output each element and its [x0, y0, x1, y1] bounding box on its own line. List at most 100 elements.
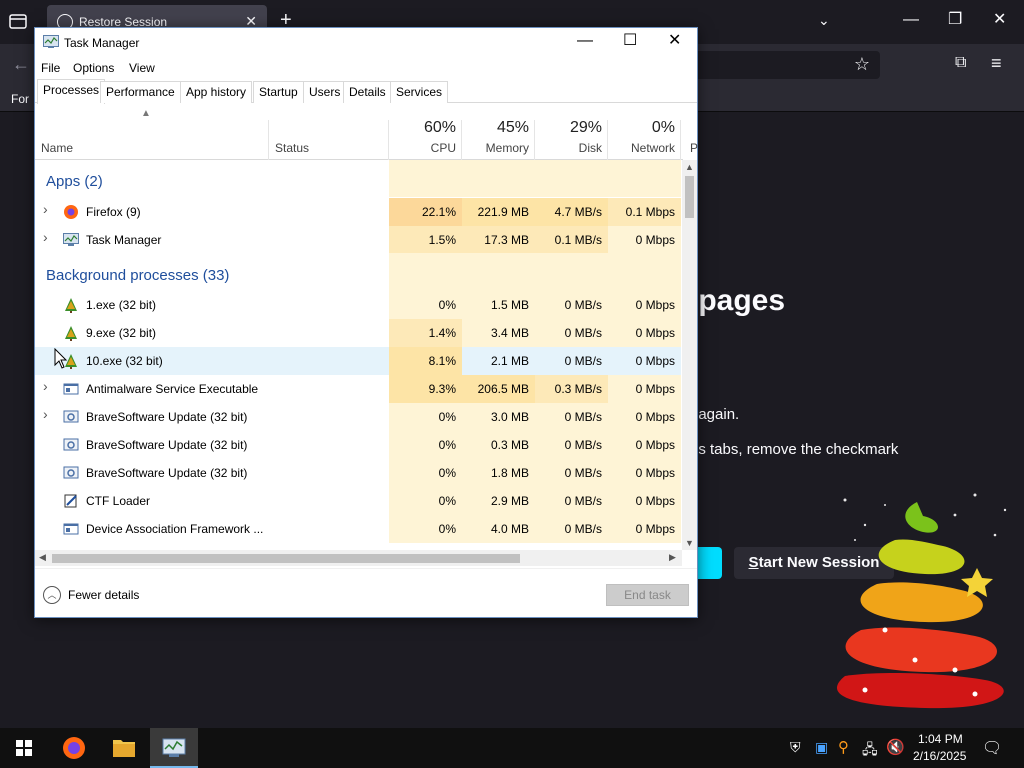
column-memory[interactable]: Memory	[462, 141, 529, 155]
tab-users[interactable]: Users	[303, 81, 347, 103]
taskbar-firefox[interactable]	[50, 728, 98, 768]
restore-icon[interactable]: ❐	[948, 12, 962, 28]
process-row[interactable]: Device Association Framework ... 0% 4.0 MB…	[35, 515, 681, 543]
process-row[interactable]: › Antimalware Service Executable 9.3% 206.5…	[35, 375, 681, 403]
tab-app-history[interactable]: App history	[180, 81, 253, 103]
expand-chevron-icon[interactable]: ›	[43, 201, 48, 217]
column-disk[interactable]: Disk	[535, 141, 602, 155]
memory-cell: 17.3 MB	[462, 226, 535, 254]
column-name[interactable]: Name	[41, 141, 73, 155]
vertical-scrollbar[interactable]: ▲ ▼	[682, 160, 697, 550]
process-row[interactable]: BraveSoftware Update (32 bit) 0% 1.8 MB 0 M…	[35, 459, 681, 487]
expand-chevron-icon[interactable]: ›	[43, 378, 48, 394]
network-total-percent[interactable]: 0%	[608, 119, 675, 137]
clock-time[interactable]: 1:04 PM	[918, 732, 963, 746]
disk-total-percent[interactable]: 29%	[535, 119, 602, 137]
updater-icon	[63, 409, 79, 425]
folder-icon	[113, 740, 135, 757]
disk-cell: 0 MB/s	[535, 347, 608, 375]
back-arrow-icon[interactable]: ←	[12, 54, 30, 75]
tab-processes[interactable]: Processes	[37, 79, 106, 104]
process-row[interactable]: BraveSoftware Update (32 bit) 0% 0.3 MB 0 M…	[35, 431, 681, 459]
network-cell: 0 Mbps	[608, 487, 681, 515]
end-task-button[interactable]: End task	[606, 584, 689, 606]
network-tray-icon[interactable]: 🖧	[862, 739, 878, 763]
network-cell: 0 Mbps	[608, 431, 681, 459]
process-row[interactable]: 9.exe (32 bit) 1.4% 3.4 MB 0 MB/s 0 Mbps	[35, 319, 681, 347]
save-tray-icon[interactable]: ▣	[815, 739, 828, 756]
expand-chevron-icon[interactable]: ›	[43, 229, 48, 245]
process-row[interactable]: › Task Manager 1.5% 17.3 MB 0.1 MB/s 0 Mbps	[35, 226, 681, 254]
scroll-thumb[interactable]	[52, 554, 520, 563]
column-power-partial[interactable]: P	[690, 141, 698, 155]
taskbar-file-explorer[interactable]	[100, 728, 148, 768]
chevron-up-icon[interactable]: ︿	[43, 586, 61, 604]
windows-logo-icon	[16, 740, 32, 756]
process-row[interactable]: › Firefox (9) 22.1% 221.9 MB 4.7 MB/s 0.1 Mbp…	[35, 198, 681, 226]
list-all-tabs-icon[interactable]: ⌄	[818, 12, 830, 29]
hamburger-menu-icon[interactable]: ≡	[991, 53, 1002, 74]
task-manager-icon	[43, 35, 59, 49]
ctf-icon	[63, 493, 79, 509]
scroll-left-icon[interactable]: ◀	[39, 552, 46, 563]
extensions-icon[interactable]: ⧉	[955, 54, 966, 72]
group-header-band	[389, 160, 681, 197]
security-tray-icon[interactable]: ⛨	[790, 739, 801, 756]
menu-view[interactable]: View	[129, 61, 155, 75]
close-window-icon[interactable]: ✕	[993, 12, 1006, 28]
notifications-icon[interactable]: 🗨	[982, 738, 1002, 758]
disk-cell: 0 MB/s	[535, 403, 608, 431]
expand-chevron-icon[interactable]: ›	[43, 406, 48, 422]
column-status[interactable]: Status	[275, 141, 309, 155]
minimize-icon[interactable]: —	[903, 12, 919, 28]
process-name: BraveSoftware Update (32 bit)	[86, 438, 248, 452]
column-cpu[interactable]: CPU	[389, 141, 456, 155]
group-header-background[interactable]: Background processes (33)	[46, 267, 229, 284]
clock-date[interactable]: 2/16/2025	[913, 749, 966, 763]
process-name: 10.exe (32 bit)	[86, 354, 163, 368]
process-row[interactable]: CTF Loader 0% 2.9 MB 0 MB/s 0 Mbps	[35, 487, 681, 515]
title-bar[interactable]: Task Manager — ☐ ✕	[35, 28, 697, 57]
bookmark-item[interactable]: For	[11, 92, 29, 106]
bookmark-star-icon[interactable]: ☆	[854, 54, 870, 75]
url-bar[interactable]: ☆	[690, 51, 880, 79]
memory-total-percent[interactable]: 45%	[462, 119, 529, 137]
cpu-cell: 0%	[389, 487, 462, 515]
tab-services[interactable]: Services	[390, 81, 449, 103]
close-window-icon[interactable]: ✕	[668, 33, 681, 49]
cpu-cell: 1.5%	[389, 226, 462, 254]
minimize-icon[interactable]: —	[577, 33, 593, 49]
scroll-thumb[interactable]	[685, 176, 694, 218]
process-row[interactable]: 10.exe (32 bit) 8.1% 2.1 MB 0 MB/s 0 Mbps	[35, 347, 681, 375]
process-row[interactable]: › BraveSoftware Update (32 bit) 0% 3.0 MB 0 …	[35, 403, 681, 431]
service-icon	[63, 521, 79, 537]
network-cell: 0 Mbps	[608, 515, 681, 543]
page-paragraph: us tabs, remove the checkmark	[690, 441, 899, 458]
search-tray-icon[interactable]: ⚲	[838, 738, 849, 756]
group-header-band	[389, 253, 681, 291]
firefox-view-icon[interactable]	[8, 12, 30, 32]
network-cell: 0 Mbps	[608, 459, 681, 487]
column-network[interactable]: Network	[608, 141, 675, 155]
cpu-total-percent[interactable]: 60%	[389, 119, 456, 137]
task-manager-window: Task Manager — ☐ ✕ File Options View Pro…	[34, 27, 698, 618]
taskbar-task-manager[interactable]	[150, 728, 198, 768]
tab-startup[interactable]: Startup	[253, 81, 304, 103]
horizontal-scrollbar[interactable]: ◀ ▶	[35, 550, 682, 566]
network-cell: 0 Mbps	[608, 291, 681, 319]
cpu-cell: 0%	[389, 515, 462, 543]
volume-muted-icon[interactable]: 🔇	[886, 738, 905, 756]
fewer-details-link[interactable]: Fewer details	[68, 588, 139, 602]
memory-cell: 1.5 MB	[462, 291, 535, 319]
group-header-apps[interactable]: Apps (2)	[46, 173, 103, 190]
tab-performance[interactable]: Performance	[100, 81, 181, 103]
start-button[interactable]	[0, 728, 48, 768]
tab-details[interactable]: Details	[343, 81, 392, 103]
maximize-icon[interactable]: ☐	[623, 33, 637, 49]
menu-options[interactable]: Options	[73, 61, 114, 75]
scroll-right-icon[interactable]: ▶	[669, 552, 676, 563]
process-row[interactable]: 1.exe (32 bit) 0% 1.5 MB 0 MB/s 0 Mbps	[35, 291, 681, 319]
menu-file[interactable]: File	[41, 61, 60, 75]
scroll-up-icon[interactable]: ▲	[685, 162, 694, 172]
scroll-down-icon[interactable]: ▼	[685, 538, 694, 548]
